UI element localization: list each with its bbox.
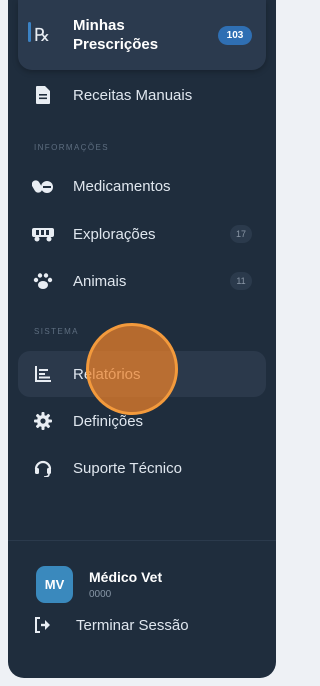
nav-item-label: Animais	[73, 272, 127, 290]
document-icon	[32, 84, 54, 106]
prescription-rx-icon: ℞	[32, 24, 54, 46]
section-header-sistema: SISTEMA	[34, 327, 79, 336]
nav-item-label: Minhas Prescrições	[73, 17, 159, 53]
gear-icon	[32, 410, 54, 432]
user-id: 0000	[89, 589, 112, 600]
headset-icon	[32, 457, 54, 479]
nav-item-label: Receitas Manuais	[73, 86, 193, 104]
svg-text:℞: ℞	[34, 25, 50, 46]
cursor-highlight	[86, 323, 178, 415]
section-header-informacoes: INFORMAÇÕES	[34, 143, 109, 152]
nav-item-suporte-tecnico[interactable]: Suporte Técnico	[18, 445, 266, 491]
nav-item-medicamentos[interactable]: Medicamentos	[18, 163, 266, 209]
active-indicator	[28, 22, 31, 42]
user-profile[interactable]: MV Médico Vet 0000	[36, 566, 162, 603]
truck-icon	[32, 223, 54, 245]
user-info: Médico Vet 0000	[89, 569, 162, 600]
animais-count-badge: 11	[230, 272, 252, 290]
nav-item-label: Definições	[73, 412, 144, 430]
nav-item-label: Medicamentos	[73, 177, 171, 195]
footer-divider	[8, 540, 276, 541]
nav-item-label: Explorações	[73, 225, 156, 243]
user-name: Médico Vet	[89, 569, 163, 585]
nav-item-animais[interactable]: Animais 11	[18, 258, 266, 304]
chart-bars-icon	[32, 363, 54, 385]
nav-item-exploracoes[interactable]: Explorações 17	[18, 211, 266, 257]
logout-label: Terminar Sessão	[76, 616, 189, 634]
pills-icon	[32, 175, 54, 197]
nav-item-minhas-prescricoes[interactable]: ℞ Minhas Prescrições 103	[18, 0, 266, 70]
nav-item-label: Suporte Técnico	[73, 459, 182, 477]
avatar: MV	[36, 566, 73, 603]
exploracoes-count-badge: 17	[230, 225, 252, 243]
nav-item-receitas-manuais[interactable]: Receitas Manuais	[18, 72, 266, 118]
logout-button[interactable]: Terminar Sessão	[32, 611, 272, 639]
logout-icon	[32, 614, 54, 636]
prescriptions-count-badge: 103	[218, 25, 252, 45]
paw-icon	[32, 270, 54, 292]
